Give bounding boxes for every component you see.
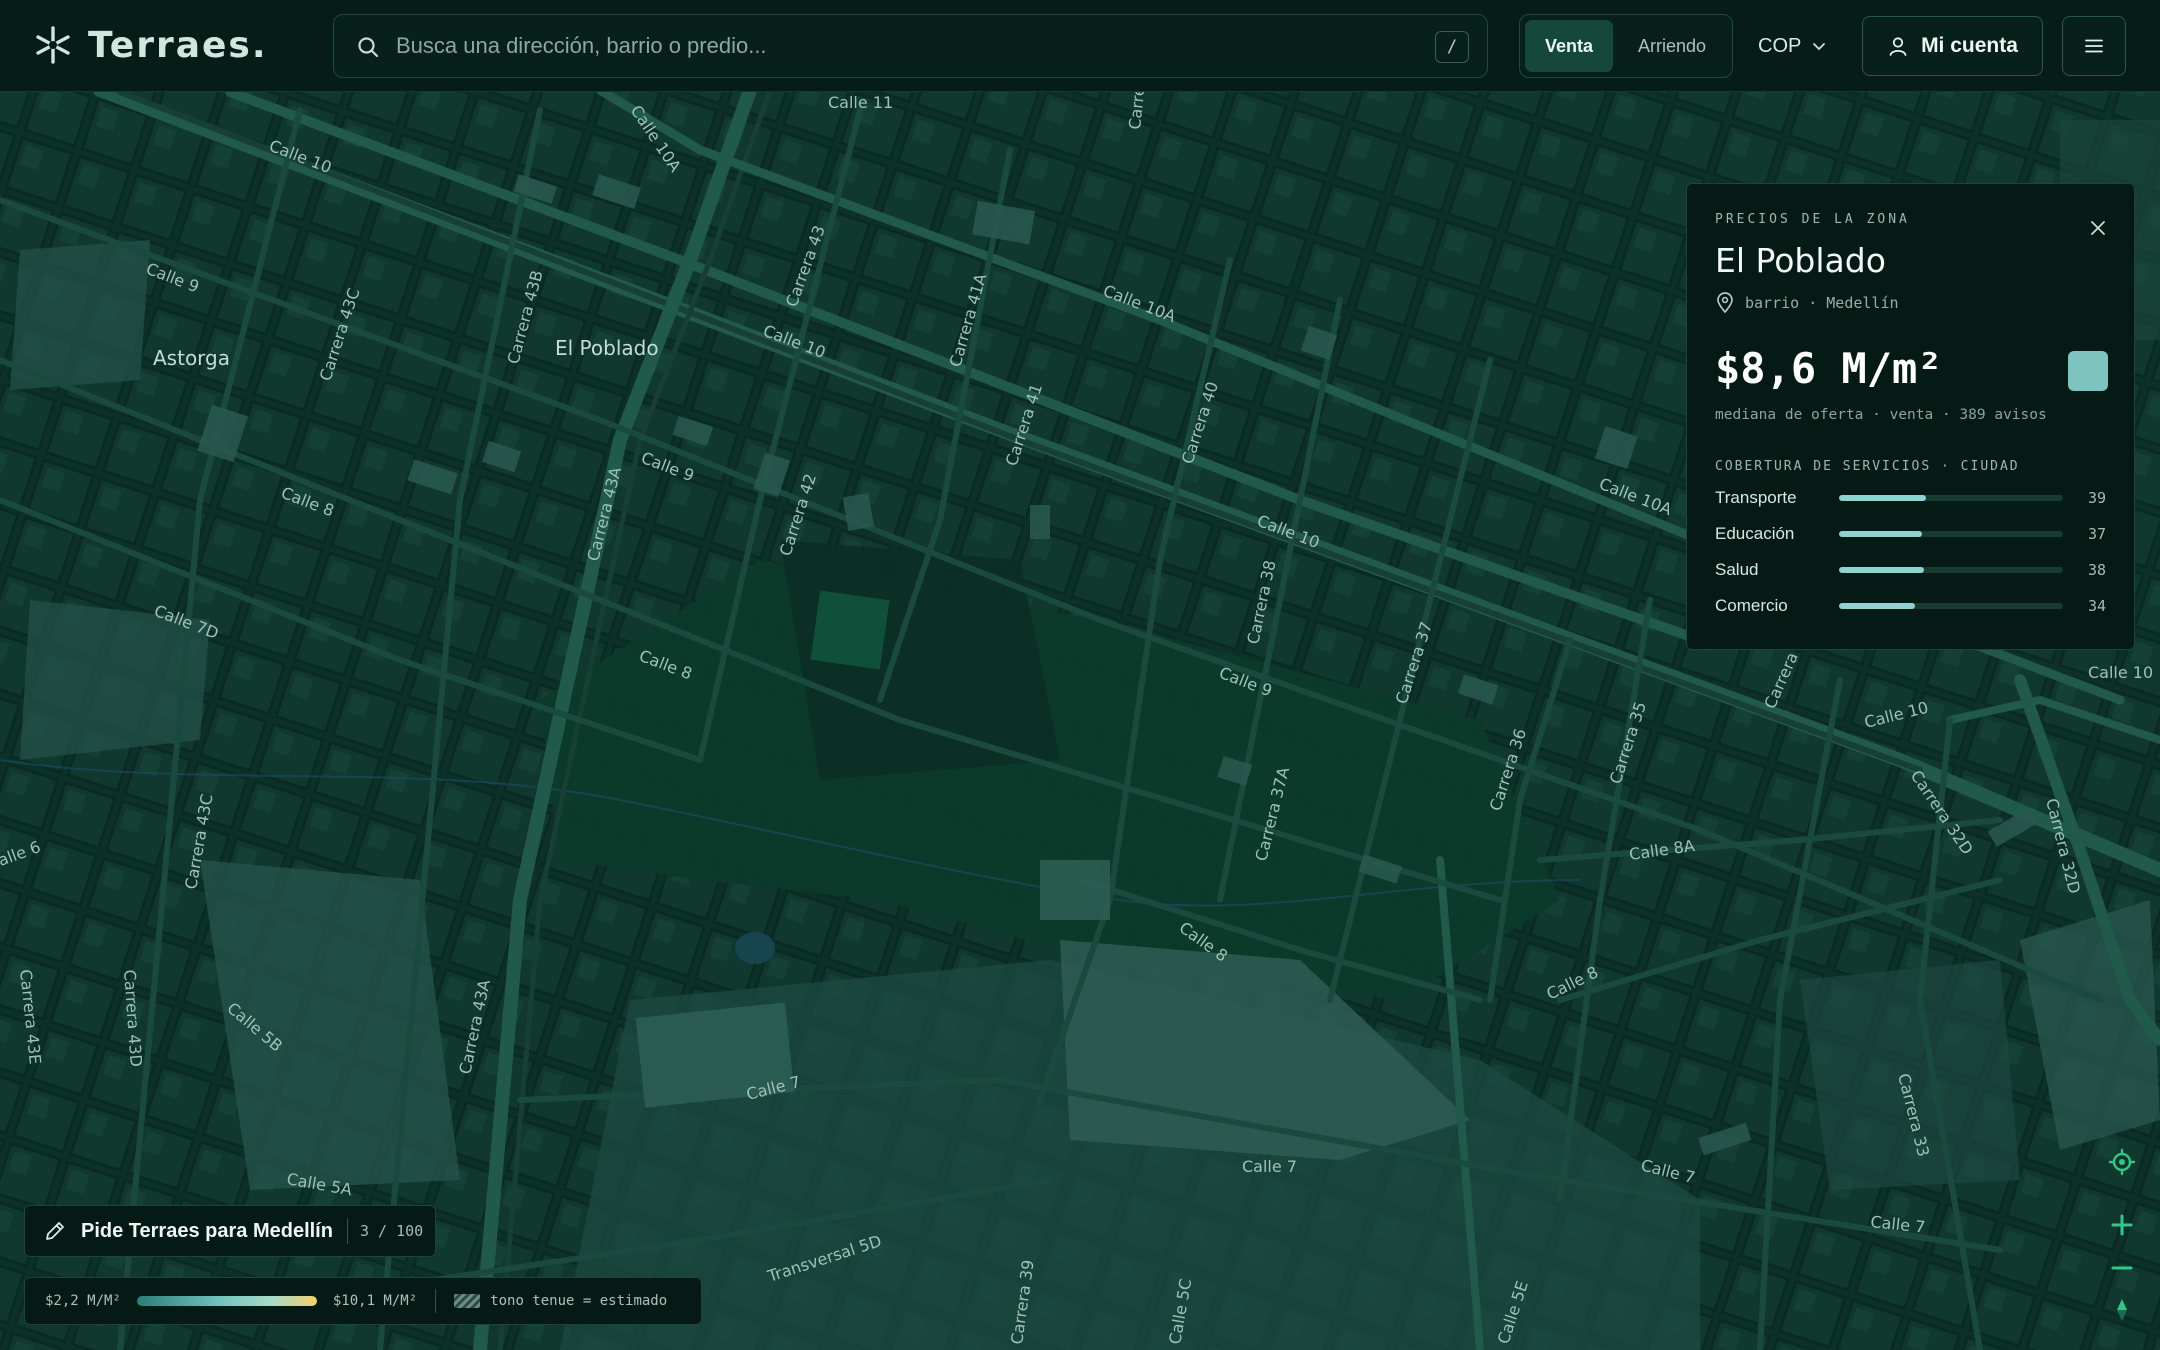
close-icon[interactable]: [2088, 218, 2108, 238]
estimated-hatch-swatch: [454, 1294, 481, 1308]
zone-location-text: barrio · Medellín: [1745, 294, 1899, 312]
listing-mode-toggle: Venta Arriendo: [1519, 14, 1733, 78]
request-count: 3 / 100: [359, 1222, 424, 1240]
coverage-value: 34: [2087, 597, 2106, 615]
zone-title: El Poblado: [1715, 241, 1886, 280]
map-label-street: Calle 11: [828, 93, 893, 112]
account-label: Mi cuenta: [1921, 34, 2018, 57]
coverage-title: COBERTURA DE SERVICIOS · CIUDAD: [1715, 459, 2020, 474]
price-color-swatch: [2068, 351, 2108, 391]
divider: [435, 1289, 437, 1313]
locate-icon: [2108, 1148, 2136, 1176]
coverage-bar-fill: [1839, 567, 1925, 573]
currency-select[interactable]: COP: [1758, 28, 1827, 64]
map-label-street: Calle 10: [2088, 663, 2153, 682]
zoom-out-button[interactable]: [2102, 1248, 2142, 1288]
coverage-label: Educación: [1715, 524, 1795, 543]
pencil-icon: [46, 1222, 64, 1240]
coverage-bar-fill: [1839, 603, 1916, 609]
search-input[interactable]: [396, 15, 1396, 77]
coverage-bar: [1839, 567, 2063, 573]
legend-color-ramp: [136, 1296, 317, 1306]
logo-star-icon: [36, 26, 70, 64]
search-bar[interactable]: /: [333, 14, 1488, 78]
compass-button[interactable]: [2102, 1290, 2142, 1330]
map-label-astorga: Astorga: [153, 346, 230, 370]
coverage-list: Transporte 39 Educación 37 Salud 38 Come…: [1715, 480, 2106, 624]
coverage-value: 37: [2087, 525, 2106, 543]
top-bar: Terraes. / Venta Arriendo COP Mi cuenta: [0, 0, 2160, 92]
coverage-row: Salud 38: [1715, 552, 2106, 588]
coverage-label: Comercio: [1715, 596, 1788, 615]
coverage-bar: [1839, 603, 2063, 609]
coverage-bar-fill: [1839, 495, 1927, 501]
brand-name: Terraes.: [88, 24, 268, 66]
search-icon: [358, 37, 379, 58]
mode-arriendo-button[interactable]: Arriendo: [1617, 20, 1727, 72]
search-shortcut-key: /: [1435, 31, 1469, 63]
coverage-row: Comercio 34: [1715, 588, 2106, 624]
legend-note: tono tenue = estimado: [490, 1293, 668, 1309]
user-icon: [1889, 37, 1907, 56]
compass-icon: [2117, 1299, 2127, 1321]
zone-price-panel: PRECIOS DE LA ZONA El Poblado barrio · M…: [1686, 183, 2135, 650]
coverage-label: Salud: [1715, 560, 1759, 579]
coverage-value: 38: [2087, 561, 2106, 579]
zone-price-subtitle: mediana de oferta · venta · 389 avisos: [1715, 407, 2047, 423]
zoom-in-button[interactable]: [2102, 1205, 2142, 1245]
price-legend: $2,2 M/M² $10,1 M/M² tono tenue = estima…: [24, 1277, 702, 1325]
chevron-down-icon: [1813, 43, 1826, 51]
currency-label: COP: [1758, 34, 1802, 57]
map-label-street: Calle 7: [1242, 1157, 1297, 1176]
minus-icon: [2111, 1266, 2133, 1270]
legend-max-value: $10,1 M/M²: [332, 1293, 418, 1309]
coverage-row: Educación 37: [1715, 516, 2106, 552]
legend-min-value: $2,2 M/M²: [45, 1293, 121, 1309]
plus-icon: [2111, 1214, 2133, 1236]
coverage-bar: [1839, 495, 2063, 501]
coverage-label: Transporte: [1715, 488, 1797, 507]
mode-venta-button[interactable]: Venta: [1525, 20, 1613, 72]
locate-button[interactable]: [2102, 1142, 2142, 1182]
request-city-button[interactable]: Pide Terraes para Medellín 3 / 100: [24, 1205, 436, 1257]
divider: [346, 1218, 348, 1244]
map-pin-icon: [1717, 292, 1733, 314]
zone-median-price: $8,6 M/m²: [1715, 344, 1943, 393]
map-label-el-poblado: El Poblado: [555, 336, 659, 360]
request-city-label: Pide Terraes para Medellín: [81, 1219, 333, 1242]
account-button[interactable]: Mi cuenta: [1862, 16, 2043, 76]
menu-icon: [2085, 39, 2103, 53]
coverage-value: 39: [2087, 489, 2106, 507]
zone-location: barrio · Medellín: [1715, 292, 2106, 314]
brand-logo[interactable]: Terraes.: [32, 22, 268, 68]
coverage-bar-fill: [1839, 531, 1922, 537]
coverage-bar: [1839, 531, 2063, 537]
coverage-row: Transporte 39: [1715, 480, 2106, 516]
menu-button[interactable]: [2062, 16, 2126, 76]
panel-eyebrow: PRECIOS DE LA ZONA: [1715, 212, 1910, 227]
